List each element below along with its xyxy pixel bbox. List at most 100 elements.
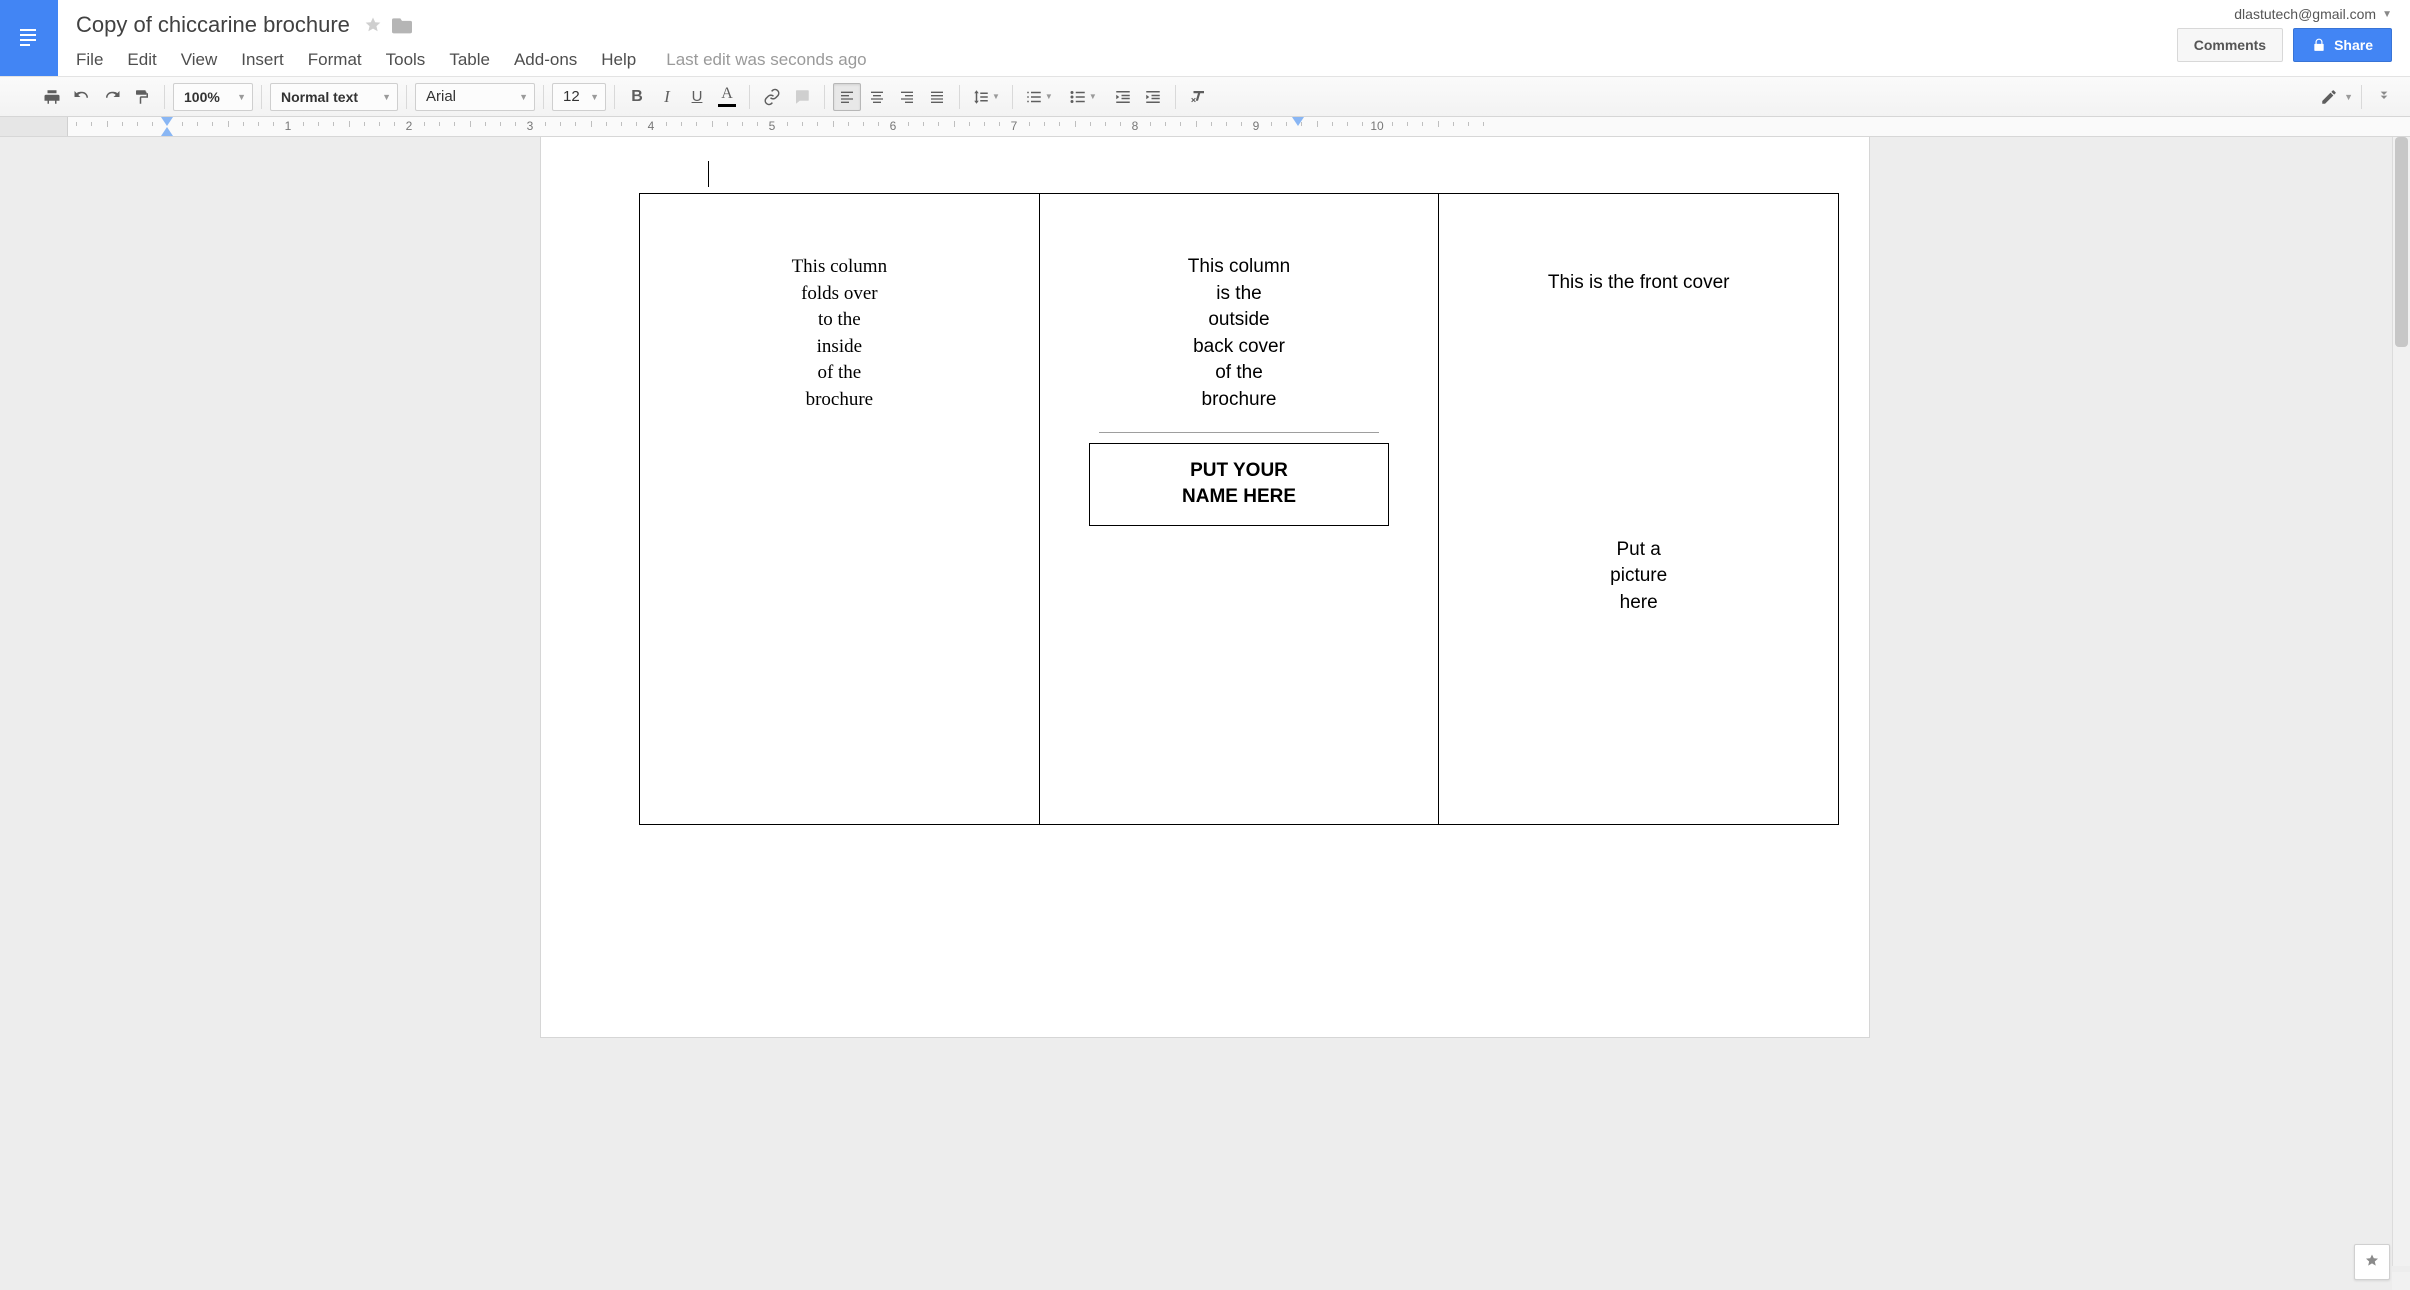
font-size-dropdown[interactable]: 12▼	[552, 83, 606, 111]
docs-app-icon[interactable]	[0, 0, 58, 76]
decrease-indent-button[interactable]	[1109, 83, 1137, 111]
menu-table[interactable]: Table	[437, 46, 502, 74]
col2-line[interactable]: This column	[1080, 254, 1399, 281]
col1-line[interactable]: to the	[680, 307, 999, 334]
menu-file[interactable]: File	[72, 46, 115, 74]
col1-line[interactable]: of the	[680, 360, 999, 387]
line-spacing-button[interactable]: ▼	[968, 83, 1004, 111]
picture-placeholder-line[interactable]: here	[1479, 590, 1798, 617]
clear-formatting-button[interactable]	[1184, 83, 1212, 111]
insert-link-button[interactable]	[758, 83, 786, 111]
document-workspace[interactable]: This column folds over to the inside of …	[0, 137, 2410, 1290]
align-center-button[interactable]	[863, 83, 891, 111]
menu-addons[interactable]: Add-ons	[502, 46, 589, 74]
ruler-tick	[666, 122, 667, 126]
scroll-thumb[interactable]	[2395, 137, 2408, 347]
ruler-indent-marker-right[interactable]	[1292, 117, 1304, 126]
document-page[interactable]: This column folds over to the inside of …	[541, 137, 1869, 1037]
ruler-tick	[1438, 121, 1439, 127]
underline-button[interactable]: U	[683, 83, 711, 111]
menu-tools[interactable]: Tools	[374, 46, 438, 74]
brochure-col-1[interactable]: This column folds over to the inside of …	[640, 194, 1039, 824]
print-button[interactable]	[38, 83, 66, 111]
insert-comment-button[interactable]	[788, 83, 816, 111]
undo-button[interactable]	[68, 83, 96, 111]
ruler-tick	[1468, 122, 1469, 126]
comments-button[interactable]: Comments	[2177, 28, 2283, 62]
increase-indent-button[interactable]	[1139, 83, 1167, 111]
menu-help[interactable]: Help	[589, 46, 648, 74]
account-switcher[interactable]: dlastutech@gmail.com ▼	[2234, 6, 2392, 22]
text-color-button[interactable]: A	[713, 83, 741, 111]
ruler-tick	[243, 122, 244, 126]
ruler-tick	[500, 122, 501, 126]
window-resize-grip[interactable]	[2392, 1272, 2410, 1290]
font-family-dropdown[interactable]: Arial▼	[415, 83, 535, 111]
redo-button[interactable]	[98, 83, 126, 111]
ruler-margin-marker-left[interactable]	[161, 127, 173, 136]
paint-format-button[interactable]	[128, 83, 156, 111]
ruler-tick	[197, 122, 198, 126]
menu-format[interactable]: Format	[296, 46, 374, 74]
star-icon[interactable]	[364, 16, 382, 34]
col2-line[interactable]: outside	[1080, 307, 1399, 334]
ruler-tick	[1241, 122, 1242, 126]
ruler-tick	[817, 122, 818, 126]
col2-line[interactable]: back cover	[1080, 334, 1399, 361]
col2-line[interactable]: of the	[1080, 360, 1399, 387]
col2-line[interactable]: brochure	[1080, 387, 1399, 414]
zoom-dropdown[interactable]: 100%▼	[173, 83, 253, 111]
name-box-line[interactable]: PUT YOUR	[1098, 458, 1380, 485]
col1-line[interactable]: inside	[680, 334, 999, 361]
ruler-indent-marker-left[interactable]	[161, 117, 173, 126]
menu-insert[interactable]: Insert	[229, 46, 296, 74]
brochure-col-2[interactable]: This column is the outside back cover of…	[1039, 194, 1439, 824]
document-title[interactable]: Copy of chiccarine brochure	[72, 12, 354, 38]
collapse-toolbar-button[interactable]	[2370, 83, 2398, 111]
name-box-line[interactable]: NAME HERE	[1098, 484, 1380, 511]
brochure-col-3[interactable]: This is the front cover Put a picture he…	[1438, 194, 1838, 824]
menu-edit[interactable]: Edit	[115, 46, 168, 74]
numbered-list-button[interactable]: ▼	[1021, 83, 1057, 111]
align-right-button[interactable]	[893, 83, 921, 111]
ruler-tick	[742, 122, 743, 126]
ruler-tick	[712, 121, 713, 127]
ruler-tick	[1317, 121, 1318, 127]
align-justify-button[interactable]	[923, 83, 951, 111]
last-edit-text[interactable]: Last edit was seconds ago	[666, 50, 866, 70]
pencil-icon	[2320, 88, 2338, 106]
brochure-table[interactable]: This column folds over to the inside of …	[639, 193, 1839, 825]
ruler-tick	[1150, 122, 1151, 126]
vertical-scrollbar[interactable]	[2392, 137, 2410, 1266]
share-button[interactable]: Share	[2293, 28, 2392, 62]
col1-line[interactable]: brochure	[680, 387, 999, 414]
col2-line[interactable]: is the	[1080, 281, 1399, 308]
ruler-tick	[424, 122, 425, 126]
ruler-tick	[560, 122, 561, 126]
paragraph-style-dropdown[interactable]: Normal text▼	[270, 83, 398, 111]
explore-button[interactable]	[2354, 1244, 2390, 1280]
divider-line	[1099, 432, 1379, 433]
col1-line[interactable]: folds over	[680, 281, 999, 308]
ruler-tick	[1362, 122, 1363, 126]
italic-button[interactable]: I	[653, 83, 681, 111]
ruler-number: 1	[285, 119, 292, 133]
ruler-tick	[591, 121, 592, 127]
col1-line[interactable]: This column	[680, 254, 999, 281]
horizontal-ruler[interactable]: 12345678910	[0, 117, 2410, 137]
menu-view[interactable]: View	[169, 46, 230, 74]
ruler-tick	[999, 122, 1000, 126]
move-to-folder-icon[interactable]	[392, 16, 412, 34]
bulleted-list-button[interactable]: ▼	[1065, 83, 1101, 111]
ruler-tick	[1483, 122, 1484, 126]
ruler-tick	[1105, 122, 1106, 126]
name-box[interactable]: PUT YOUR NAME HERE	[1089, 443, 1389, 526]
picture-placeholder-line[interactable]: picture	[1479, 563, 1798, 590]
bold-button[interactable]: B	[623, 83, 651, 111]
editing-mode-dropdown[interactable]: ▼	[2320, 88, 2353, 106]
align-left-button[interactable]	[833, 83, 861, 111]
front-cover-title[interactable]: This is the front cover	[1479, 270, 1798, 297]
picture-placeholder-line[interactable]: Put a	[1479, 537, 1798, 564]
caret-down-icon: ▼	[2382, 9, 2392, 20]
ruler-tick	[908, 122, 909, 126]
